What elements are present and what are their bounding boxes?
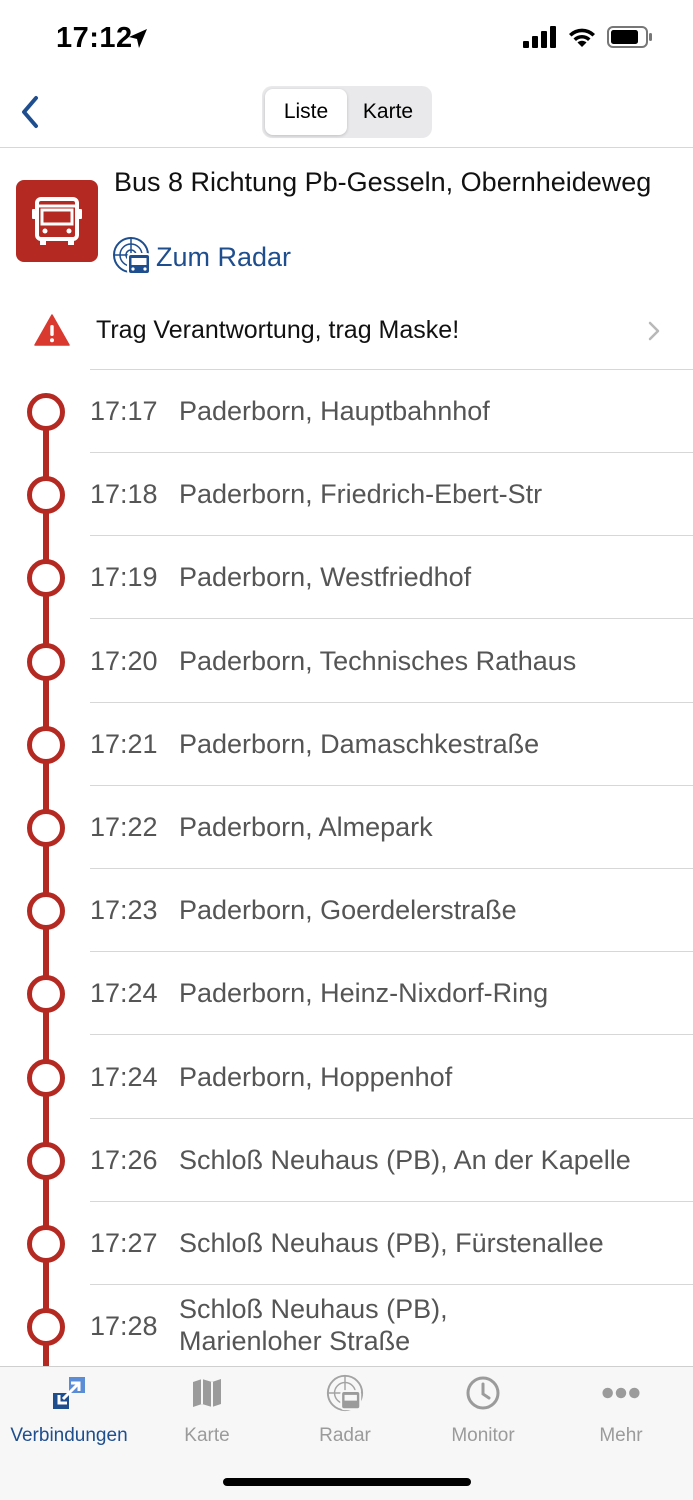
stop-row[interactable]: 17:27 Schloß Neuhaus (PB), Fürstenallee [0,1202,693,1285]
view-segmented-control: Liste Karte [262,86,432,138]
stop-time: 17:27 [90,1228,158,1258]
clock-icon [463,1373,503,1413]
warning-row[interactable]: Trag Verantwortung, trag Maske! [0,296,693,370]
stop-time: 17:18 [90,479,158,510]
status-bar: 17:12 [0,0,693,80]
stop-row[interactable]: 17:20 Paderborn, Technisches Rathaus [0,620,693,703]
nav-bar: Liste Karte [0,80,693,148]
tab-label: Monitor [451,1425,515,1446]
radar-icon [325,1373,365,1413]
more-icon [601,1373,641,1413]
stop-circle-icon [27,1308,65,1347]
stop-circle-icon [27,1225,65,1263]
stop-name: Paderborn, Heinz-Nixdorf-Ring [179,978,549,1009]
stop-circle-icon [27,809,65,847]
stop-time: 17:21 [90,728,158,759]
connections-icon [49,1373,89,1413]
stop-row[interactable]: 17:17 Paderborn, Hauptbahnhof [0,370,693,453]
status-icons [523,26,653,48]
stop-circle-icon [27,559,65,598]
stop-name: Paderborn, Friedrich-Ebert-Str [179,479,543,510]
stop-time: 17:17 [90,396,158,426]
stop-name: Paderborn, Almepark [179,812,433,842]
stop-row[interactable]: 17:21 Paderborn, Damaschkestraße [0,703,693,786]
tab-monitor[interactable]: Monitor [414,1373,552,1453]
stop-row[interactable]: 17:24 Paderborn, Heinz-Nixdorf-Ring [0,952,693,1036]
stop-circle-icon [27,393,65,431]
tab-label: Karte [184,1425,230,1446]
wifi-icon [569,28,595,47]
stop-time: 17:20 [90,645,158,676]
back-chevron-icon[interactable] [14,92,50,132]
stop-time: 17:24 [90,1061,158,1092]
stop-name: Schloß Neuhaus (PB), An der Kapelle [179,1144,631,1175]
stop-circle-icon [27,1058,65,1097]
radar-bus-icon [113,237,151,275]
tab-label: Verbindungen [10,1425,128,1446]
segment-liste[interactable]: Liste [265,89,347,135]
stop-row[interactable]: 17:23 Paderborn, Goerdelerstraße [0,869,693,953]
stop-row[interactable]: 17:18 Paderborn, Friedrich-Ebert-Str [0,453,693,537]
stop-time: 17:24 [90,978,158,1009]
stop-row[interactable]: 17:22 Paderborn, Almepark [0,786,693,869]
map-icon [187,1373,227,1413]
segment-karte[interactable]: Karte [347,89,429,135]
tab-karte[interactable]: Karte [138,1373,276,1453]
location-arrow-icon [129,29,147,48]
warning-text: Trag Verantwortung, trag Maske! [96,316,460,344]
stop-name: Schloß Neuhaus (PB), Fürstenallee [179,1228,604,1258]
status-time: 17:12 [56,22,133,54]
stop-circle-icon [27,642,65,681]
battery-icon [607,26,652,48]
stop-name: Paderborn, Goerdelerstraße [179,895,517,926]
stop-circle-icon [27,892,65,931]
stop-name: Paderborn, Damaschkestraße [179,728,540,759]
stop-circle-icon [27,725,65,764]
route-title: Bus 8 Richtung Pb-Gesseln, Obernheideweg [114,167,652,197]
tab-label: Mehr [599,1425,643,1446]
stop-row[interactable]: 17:26 Schloß Neuhaus (PB), An der Kapelle [0,1119,693,1202]
stop-row[interactable]: 17:24 Paderborn, Hoppenhof [0,1036,693,1119]
stop-name: Paderborn, Hauptbahnhof [179,396,490,426]
stop-time: 17:28 [90,1311,158,1342]
stop-name: Schloß Neuhaus (PB), Marienloher Straße [179,1294,448,1357]
stop-circle-icon [27,975,65,1014]
cellular-signal-icon [523,26,556,48]
stop-circle-icon [27,476,65,515]
bus-tile [16,180,98,262]
warning-triangle-icon [34,314,70,346]
stop-name: Paderborn, Westfriedhof [179,562,472,593]
chevron-right-icon [648,321,660,341]
tab-verbindungen[interactable]: Verbindungen [0,1373,138,1453]
stop-row[interactable]: 17:19 Paderborn, Westfriedhof [0,536,693,620]
tab-label: Radar [319,1425,371,1446]
stop-circle-icon [27,1141,65,1180]
stop-row[interactable]: 17:28 Schloß Neuhaus (PB), Marienloher Str… [0,1285,693,1366]
stop-time: 17:22 [90,812,158,842]
radar-link-label: Zum Radar [156,241,292,272]
tab-radar[interactable]: Radar [276,1373,414,1453]
stop-time: 17:19 [90,562,158,593]
home-indicator [223,1478,471,1486]
stop-name: Paderborn, Technisches Rathaus [179,645,577,676]
stop-name: Paderborn, Hoppenhof [179,1061,453,1092]
radar-link[interactable]: Zum Radar [112,236,291,278]
bus-icon [32,197,82,245]
stop-time: 17:26 [90,1144,158,1175]
route-header: Bus 8 Richtung Pb-Gesseln, Obernheideweg… [0,150,693,290]
tab-mehr[interactable]: Mehr [552,1373,690,1453]
stop-list: 17:17 Paderborn, Hauptbahnhof 17:18 Paderbo… [0,370,693,1366]
stop-time: 17:23 [90,895,158,926]
